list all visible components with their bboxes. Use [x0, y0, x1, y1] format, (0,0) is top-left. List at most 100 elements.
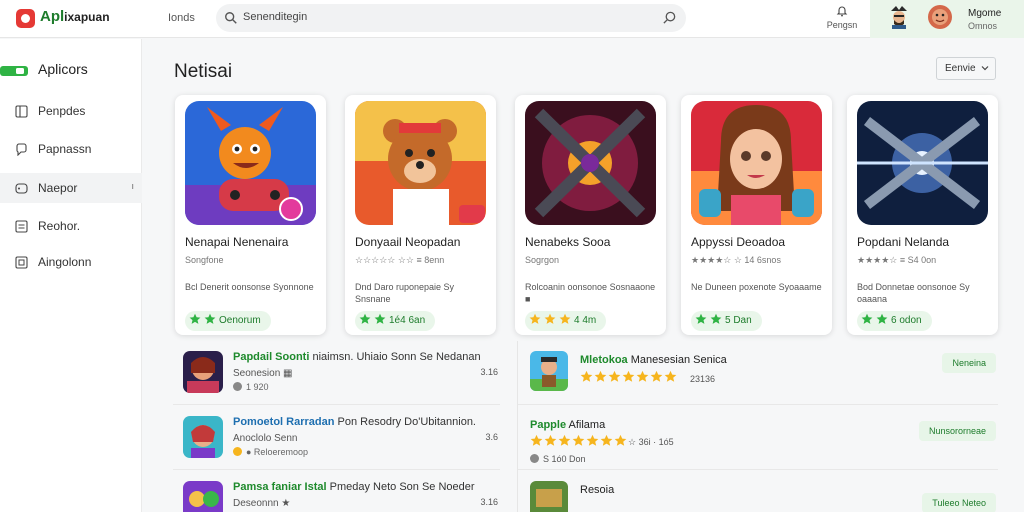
sidebar-item-aingolonn[interactable]: Aingolonn — [0, 247, 142, 277]
list-item-title: Mletokoa Manesesian Senica — [580, 354, 727, 366]
sidebar-item-naepor[interactable]: Naepor ı — [0, 173, 142, 203]
list-item-meta: 1 920 — [233, 382, 269, 392]
star-icon — [861, 313, 873, 324]
star-icon — [580, 370, 593, 382]
list-item-meta: 23136 — [690, 374, 716, 384]
star-icon — [204, 313, 216, 324]
sidebar-item-reohor[interactable]: Reohor. — [0, 211, 142, 241]
clock-icon — [530, 454, 539, 463]
app-thumbnail — [183, 416, 223, 458]
sidebar-item-papnassn[interactable]: Papnassn — [0, 134, 142, 164]
user-avatar[interactable] — [928, 5, 952, 29]
game-art — [185, 101, 316, 225]
sort-dropdown[interactable]: Eenvie — [936, 57, 996, 80]
logo-rest-text: ixapuan — [64, 10, 110, 24]
list-item-title-rest: Pmeday Neto Son Se Noeder — [329, 481, 475, 493]
chat-icon — [16, 143, 27, 156]
card-subtitle: ★★★★☆ ☆ 14 6snos — [691, 255, 781, 265]
list-item-subtitle: Anoclolo Senn — [233, 433, 298, 444]
list-item[interactable]: Mletokoa Manesesian Senica 23136 Neneina — [518, 341, 998, 405]
list-item-meta: ● Reloeremoop — [233, 447, 308, 457]
card-title: Appyssi Deoadoa — [691, 235, 786, 249]
user-area[interactable]: Mgome Omnos — [870, 0, 1024, 38]
list-item-meta-text: ● Reloeremoop — [246, 447, 308, 457]
search-icon — [225, 12, 237, 24]
card-description: Bcl Denerit oonsonse Syonnone — [185, 282, 314, 292]
rating-pill-label: 4 4m — [574, 315, 597, 326]
list-item-subtitle: Deseonnn ★ — [233, 498, 291, 509]
card-description: Dnd Daro ruponepaie Sy Snsnane — [355, 282, 455, 304]
list-item-title-blue: Pomoetol Rarradan — [233, 416, 335, 428]
rating-pill[interactable]: 1é4 6an — [355, 311, 436, 331]
gamepad-icon — [15, 183, 28, 194]
list-item-action-button[interactable]: Tuleeo Neteo — [922, 493, 996, 512]
list-item-title-green: Pamsa faniar Istal — [233, 481, 327, 493]
featured-card[interactable]: Nenapai Nenenaira Songfone Bcl Denerit o… — [175, 95, 326, 335]
game-art — [691, 101, 822, 225]
featured-card[interactable]: Appyssi Deoadoa ★★★★☆ ☆ 14 6snos Ne Dune… — [681, 95, 832, 335]
grid-icon — [15, 105, 28, 118]
star-icon — [622, 370, 635, 382]
app-thumbnail — [183, 351, 223, 393]
star-icon — [544, 313, 556, 324]
star-icon — [374, 313, 386, 324]
user-subtitle: Omnos — [968, 21, 998, 31]
card-description: Rolcoanin oonsonoe Sosnaaone ■ — [525, 282, 656, 304]
search-submit-icon[interactable] — [662, 10, 677, 25]
list-item-title-green: Papdail Soonti — [233, 351, 310, 363]
list-item-title-rest: Manesesian Senica — [630, 354, 727, 366]
rating-pill-label: 6 odon — [891, 315, 922, 326]
section-title: Netisai — [174, 61, 233, 82]
list-item[interactable]: Papple Afilama ☆ 36i · 1ó5 S 1ó0 Don Nun… — [518, 406, 998, 470]
list-item[interactable]: Papdail Soonti niaimsn. Uhiaio Sonn Se N… — [173, 341, 500, 405]
chevron-down-icon — [981, 66, 989, 71]
list-item-meta-text: S 1ó0 Don — [543, 454, 586, 464]
sidebar-item-aplicors[interactable]: Aplicors — [0, 55, 142, 85]
featured-card[interactable]: Nenabeks Sooa Sogrgon Rolcoanin oonsonoe… — [515, 95, 666, 335]
character-avatar[interactable] — [888, 5, 910, 29]
star-icon — [529, 313, 541, 324]
list-item-meta-text: 1 920 — [246, 382, 269, 392]
search-bar[interactable]: Senenditegin — [216, 4, 686, 32]
card-description: Bod Donnetae oonsonoe Sy oaaana — [857, 282, 970, 304]
game-art — [355, 101, 486, 225]
search-input[interactable]: Senenditegin — [243, 11, 307, 23]
featured-card[interactable]: Popdani Nelanda ★★★★☆ ≡ S4 0on Bod Donne… — [847, 95, 998, 335]
list-item-title: Papple Afilama — [530, 419, 605, 431]
coin-icon — [233, 447, 242, 456]
list-item[interactable]: Pamsa faniar Istal Pmeday Neto Son Se No… — [173, 471, 500, 512]
list-item[interactable]: Resoia Tuleeo Neteo — [518, 471, 998, 512]
star-icon — [614, 434, 627, 446]
logo-main-text: Apl — [40, 8, 65, 25]
list-item[interactable]: Pomoetol Rarradan Pon Resodry Do'Ubitann… — [173, 406, 500, 470]
star-icon — [695, 313, 707, 324]
top-nav-link[interactable]: Ionds — [168, 12, 195, 24]
notifications-button[interactable]: Pengsn — [822, 5, 862, 30]
star-icon — [359, 313, 371, 324]
list-icon — [15, 220, 28, 233]
sidebar-item-label: Aingolonn — [38, 255, 92, 269]
top-bar: Aplixapuan Ionds Senenditegin Pengsn Mgo… — [0, 0, 1024, 38]
star-icon — [600, 434, 613, 446]
sidebar: Aplicors Penpdes Papnassn Naepor ı Reoho… — [0, 39, 142, 512]
rating-pill-label: 5 Dan — [725, 315, 752, 326]
card-title: Nenapai Nenenaira — [185, 235, 289, 249]
list-item-number: 3.16 — [480, 497, 498, 507]
featured-card[interactable]: Donyaail Neopadan ☆☆☆☆☆ ☆☆ ≡ 8enn Dnd Da… — [345, 95, 496, 335]
app-logo-icon[interactable] — [16, 9, 35, 28]
rating-pill[interactable]: Oenorum — [185, 311, 271, 331]
rating-pill[interactable]: 4 4m — [525, 311, 607, 331]
star-icon — [636, 370, 649, 382]
list-item-action-button[interactable]: Nunsororneae — [918, 421, 996, 441]
list-item-action-button[interactable]: Neneina — [942, 353, 996, 373]
star-rating — [580, 370, 678, 385]
app-logo[interactable]: Aplixapuan — [40, 8, 110, 25]
rating-pill[interactable]: 6 odon — [857, 311, 932, 331]
rating-pill[interactable]: 5 Dan — [691, 311, 762, 331]
sidebar-item-penpdes[interactable]: Penpdes — [0, 96, 142, 126]
puzzle-icon — [15, 256, 28, 269]
star-icon — [876, 313, 888, 324]
list-item-title-rest: Afilama — [568, 419, 606, 431]
sidebar-item-label: Penpdes — [38, 104, 86, 118]
card-subtitle: Sogrgon — [525, 255, 560, 265]
